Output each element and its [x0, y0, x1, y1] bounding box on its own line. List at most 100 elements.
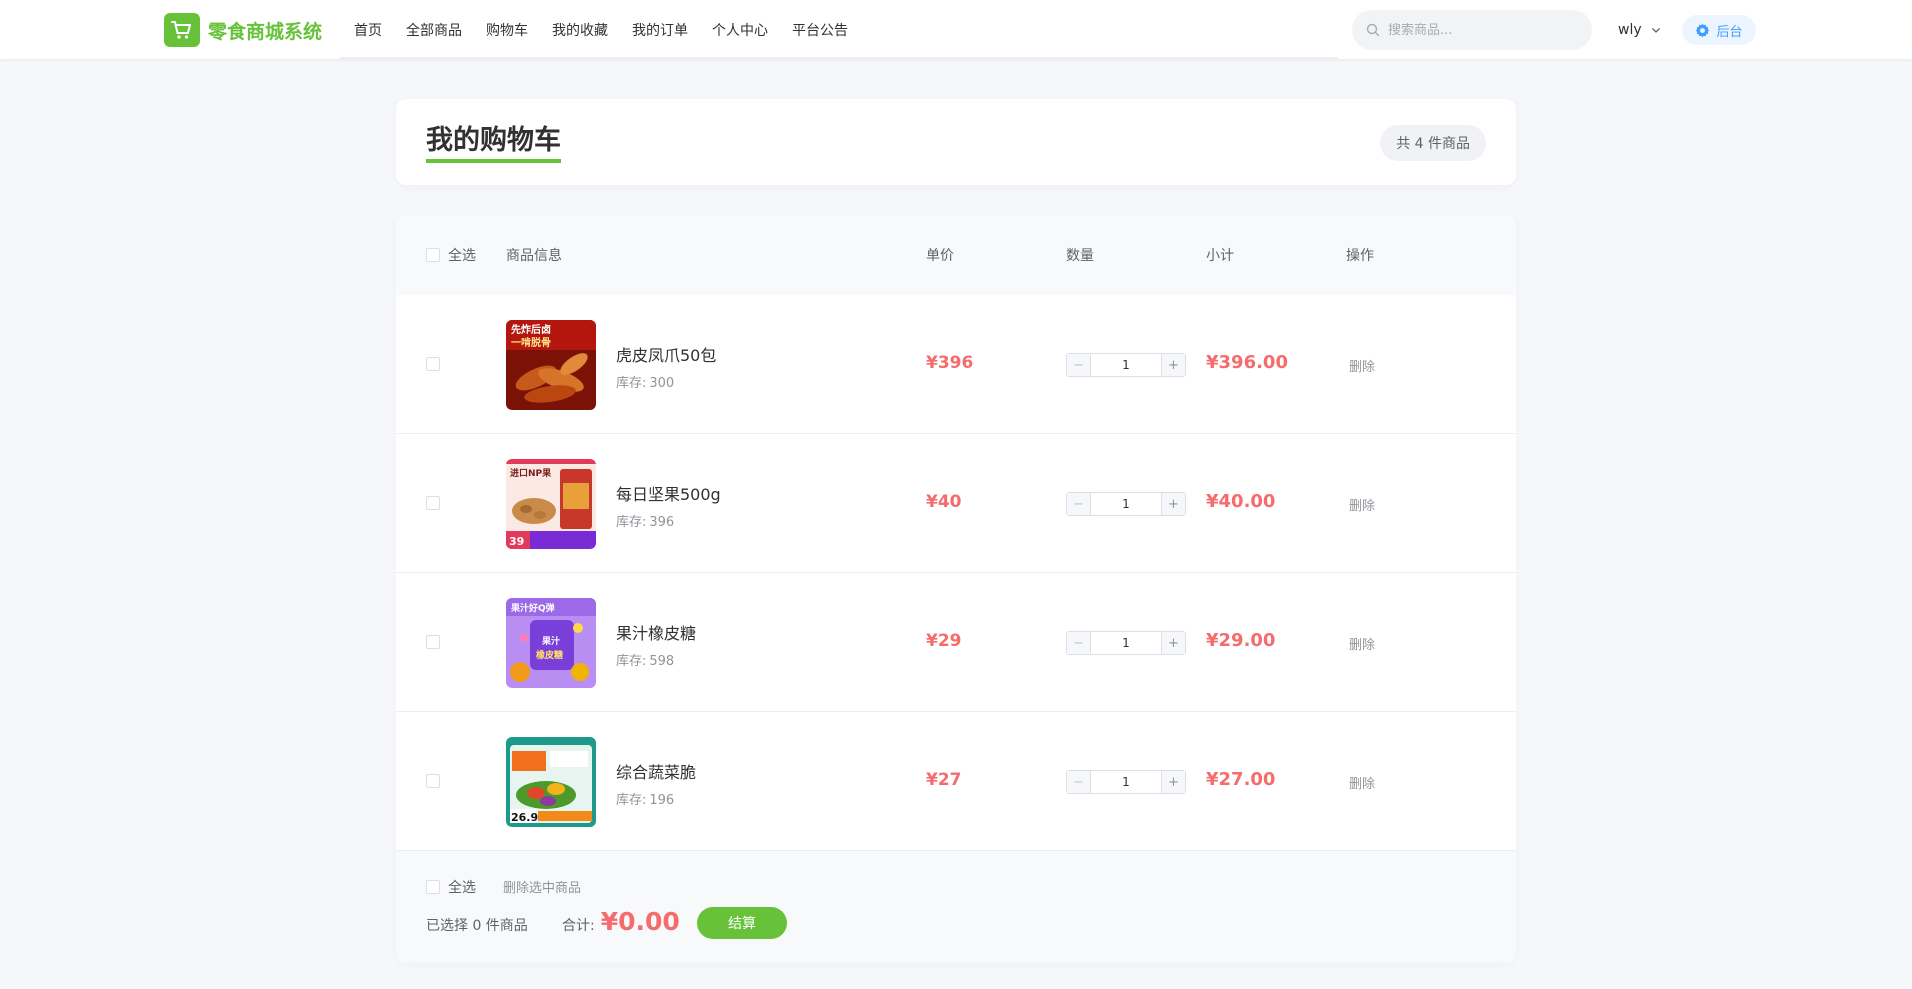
product-name[interactable]: 综合蔬菜脆: [616, 759, 696, 783]
logo-text: 零食商城系统: [208, 20, 323, 43]
thumb-text: 39: [509, 535, 524, 548]
delete-button[interactable]: 删除: [1349, 356, 1375, 375]
nav-profile[interactable]: 个人中心: [712, 20, 768, 40]
product-stock: 库存: 196: [616, 793, 675, 808]
quantity-value[interactable]: 1: [1091, 632, 1161, 654]
top-header: 零食商城系统 首页 全部商品 购物车 我的收藏 我的订单 个人中心 平台公告 w…: [0, 0, 1912, 59]
product-stock: 库存: 300: [616, 376, 675, 391]
row-subtotal: ¥396.00: [1206, 352, 1288, 373]
user-menu[interactable]: wly: [1618, 0, 1662, 59]
total-value: ¥0.00: [600, 907, 680, 936]
row-subtotal: ¥27.00: [1206, 769, 1276, 790]
table-row: 进口NP果 39 每日坚果500g 库存: 396 ¥40 − 1 + ¥40.0…: [396, 434, 1516, 573]
quantity-stepper: − 1 +: [1066, 492, 1186, 516]
nav-all-products[interactable]: 全部商品: [406, 20, 462, 40]
quantity-stepper: − 1 +: [1066, 631, 1186, 655]
total-amount: 合计: ¥0.00: [562, 907, 680, 936]
username: wly: [1618, 21, 1642, 38]
delete-button[interactable]: 删除: [1349, 495, 1375, 514]
delete-selected-button[interactable]: 删除选中商品: [503, 877, 581, 896]
table-row: 果汁好Q弹 果汁 橡皮糖 果汁橡皮糖 库存: 598 ¥29 − 1 + ¥29.…: [396, 573, 1516, 712]
nav-orders[interactable]: 我的订单: [632, 20, 688, 40]
row-subtotal: ¥40.00: [1206, 491, 1276, 512]
footer-select-all-checkbox[interactable]: [426, 880, 440, 894]
main-nav: 首页 全部商品 购物车 我的收藏 我的订单 个人中心 平台公告: [354, 0, 872, 59]
product-thumbnail[interactable]: 进口NP果 39: [506, 459, 596, 549]
unit-price: ¥29: [926, 631, 962, 651]
column-price: 单价: [926, 248, 954, 264]
nav-home[interactable]: 首页: [354, 20, 382, 40]
row-subtotal: ¥29.00: [1206, 630, 1276, 651]
footer-select-all-label: 全选: [448, 880, 476, 896]
select-all-checkbox[interactable]: [426, 248, 440, 262]
nav-announcements[interactable]: 平台公告: [792, 20, 848, 40]
product-name[interactable]: 每日坚果500g: [616, 481, 721, 505]
header-select-all[interactable]: 全选: [426, 215, 476, 295]
increase-button[interactable]: +: [1161, 354, 1185, 376]
select-all-label: 全选: [448, 248, 476, 264]
row-checkbox[interactable]: [426, 496, 440, 510]
product-thumbnail[interactable]: 果汁好Q弹 果汁 橡皮糖: [506, 598, 596, 688]
thumb-text: 一啃脱骨: [511, 336, 551, 349]
product-stock: 库存: 396: [616, 515, 675, 530]
nav-divider: [340, 57, 1338, 59]
decrease-button[interactable]: −: [1067, 771, 1091, 793]
delete-button[interactable]: 删除: [1349, 773, 1375, 792]
table-header: 全选 商品信息 单价 数量 小计 操作: [396, 215, 1516, 295]
column-action: 操作: [1346, 248, 1374, 264]
quantity-value[interactable]: 1: [1091, 771, 1161, 793]
cart-logo-icon: [164, 13, 200, 47]
admin-button[interactable]: 后台: [1682, 15, 1756, 45]
thumb-text: 橡皮糖: [536, 649, 563, 661]
product-thumbnail[interactable]: 先炸后卤 一啃脱骨: [506, 320, 596, 410]
logo[interactable]: 零食商城系统: [164, 13, 322, 47]
nav-favorites[interactable]: 我的收藏: [552, 20, 608, 40]
quantity-stepper: − 1 +: [1066, 770, 1186, 794]
search-input[interactable]: [1388, 22, 1578, 38]
thumb-text: 先炸后卤: [511, 323, 551, 336]
thumb-text: 进口NP果: [510, 467, 552, 479]
row-checkbox[interactable]: [426, 774, 440, 788]
search-icon: [1366, 23, 1380, 37]
column-info: 商品信息: [506, 248, 562, 264]
decrease-button[interactable]: −: [1067, 632, 1091, 654]
total-label: 合计:: [562, 918, 595, 934]
unit-price: ¥27: [926, 770, 962, 790]
cart-footer: 全选 删除选中商品 已选择 0 件商品 合计: ¥0.00 结算: [396, 851, 1516, 963]
product-stock: 库存: 598: [616, 654, 675, 669]
page-title: 我的购物车: [426, 125, 561, 163]
nav-cart[interactable]: 购物车: [486, 20, 528, 40]
increase-button[interactable]: +: [1161, 632, 1185, 654]
quantity-value[interactable]: 1: [1091, 493, 1161, 515]
row-checkbox[interactable]: [426, 635, 440, 649]
increase-button[interactable]: +: [1161, 493, 1185, 515]
row-checkbox[interactable]: [426, 357, 440, 371]
thumb-text: 果汁: [541, 635, 560, 647]
checkout-button[interactable]: 结算: [697, 907, 787, 939]
decrease-button[interactable]: −: [1067, 354, 1091, 376]
item-count-badge: 共 4 件商品: [1380, 125, 1486, 161]
column-qty: 数量: [1066, 248, 1094, 264]
chevron-down-icon: [1651, 27, 1660, 33]
quantity-stepper: − 1 +: [1066, 353, 1186, 377]
thumb-text: 果汁好Q弹: [510, 602, 555, 614]
search-box[interactable]: [1352, 10, 1592, 50]
decrease-button[interactable]: −: [1067, 493, 1091, 515]
column-subtotal: 小计: [1206, 248, 1234, 264]
product-thumbnail[interactable]: 26.9: [506, 737, 596, 827]
increase-button[interactable]: +: [1161, 771, 1185, 793]
product-name[interactable]: 虎皮凤爪50包: [616, 342, 716, 366]
product-name[interactable]: 果汁橡皮糖: [616, 620, 696, 644]
table-row: 先炸后卤 一啃脱骨 虎皮凤爪50包 库存: 300 ¥396 − 1 + ¥396…: [396, 295, 1516, 434]
cart-title-card: 我的购物车 共 4 件商品: [396, 99, 1516, 185]
selected-count: 已选择 0 件商品: [426, 918, 528, 934]
thumb-text: 26.9: [511, 811, 538, 824]
quantity-value[interactable]: 1: [1091, 354, 1161, 376]
gear-icon: [1696, 23, 1710, 37]
delete-button[interactable]: 删除: [1349, 634, 1375, 653]
admin-label: 后台: [1716, 24, 1743, 40]
unit-price: ¥396: [926, 353, 974, 373]
unit-price: ¥40: [926, 492, 962, 512]
footer-select-all[interactable]: 全选: [426, 877, 476, 897]
table-row: 26.9 综合蔬菜脆 库存: 196 ¥27 − 1 + ¥27.00 删除: [396, 712, 1516, 851]
